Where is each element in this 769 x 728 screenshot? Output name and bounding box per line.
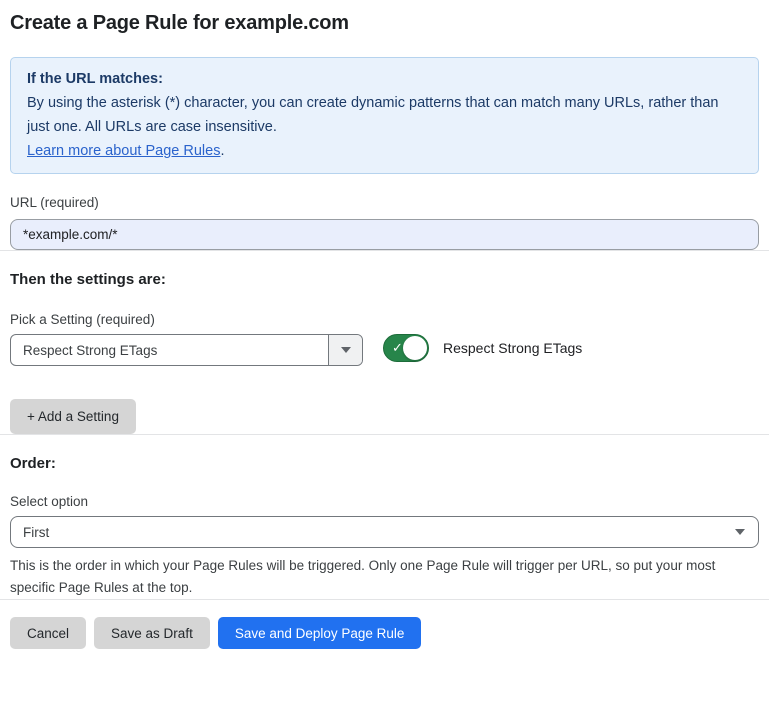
order-select-value: First [11, 525, 735, 540]
url-match-info-box: If the URL matches: By using the asteris… [10, 57, 759, 174]
settings-heading: Then the settings are: [10, 270, 759, 289]
add-setting-button[interactable]: + Add a Setting [10, 399, 136, 434]
form-actions: Cancel Save as Draft Save and Deploy Pag… [10, 617, 759, 649]
toggle-knob [403, 336, 427, 360]
setting-row: Respect Strong ETags ✓ Respect Strong ET… [10, 334, 759, 366]
url-label: URL (required) [10, 194, 759, 211]
info-box-body: By using the asterisk (*) character, you… [27, 91, 742, 139]
order-heading: Order: [10, 454, 759, 473]
learn-more-link[interactable]: Learn more about Page Rules [27, 143, 220, 159]
create-page-rule-form: Create a Page Rule for example.com If th… [0, 10, 769, 649]
link-suffix: . [220, 143, 224, 159]
setting-toggle-label: Respect Strong ETags [443, 340, 582, 356]
info-box-heading: If the URL matches: [27, 67, 742, 91]
divider [0, 434, 769, 435]
setting-select-value: Respect Strong ETags [11, 343, 328, 358]
info-box-link-line: Learn more about Page Rules. [27, 139, 742, 163]
setting-select[interactable]: Respect Strong ETags [10, 334, 363, 366]
setting-toggle-group: ✓ Respect Strong ETags [383, 334, 582, 362]
page-title: Create a Page Rule for example.com [10, 10, 759, 36]
pick-setting-label: Pick a Setting (required) [10, 311, 759, 328]
save-deploy-button[interactable]: Save and Deploy Page Rule [218, 617, 422, 649]
select-option-label: Select option [10, 493, 759, 510]
divider [0, 250, 769, 251]
check-icon: ✓ [392, 341, 403, 354]
setting-toggle[interactable]: ✓ [383, 334, 429, 362]
url-input[interactable] [10, 219, 759, 250]
divider [0, 599, 769, 600]
cancel-button[interactable]: Cancel [10, 617, 86, 649]
chevron-down-icon [735, 529, 745, 535]
order-help-text: This is the order in which your Page Rul… [10, 555, 759, 599]
setting-select-arrow-button[interactable] [328, 335, 362, 365]
chevron-down-icon [341, 347, 351, 353]
save-draft-button[interactable]: Save as Draft [94, 617, 210, 649]
order-select[interactable]: First [10, 516, 759, 548]
